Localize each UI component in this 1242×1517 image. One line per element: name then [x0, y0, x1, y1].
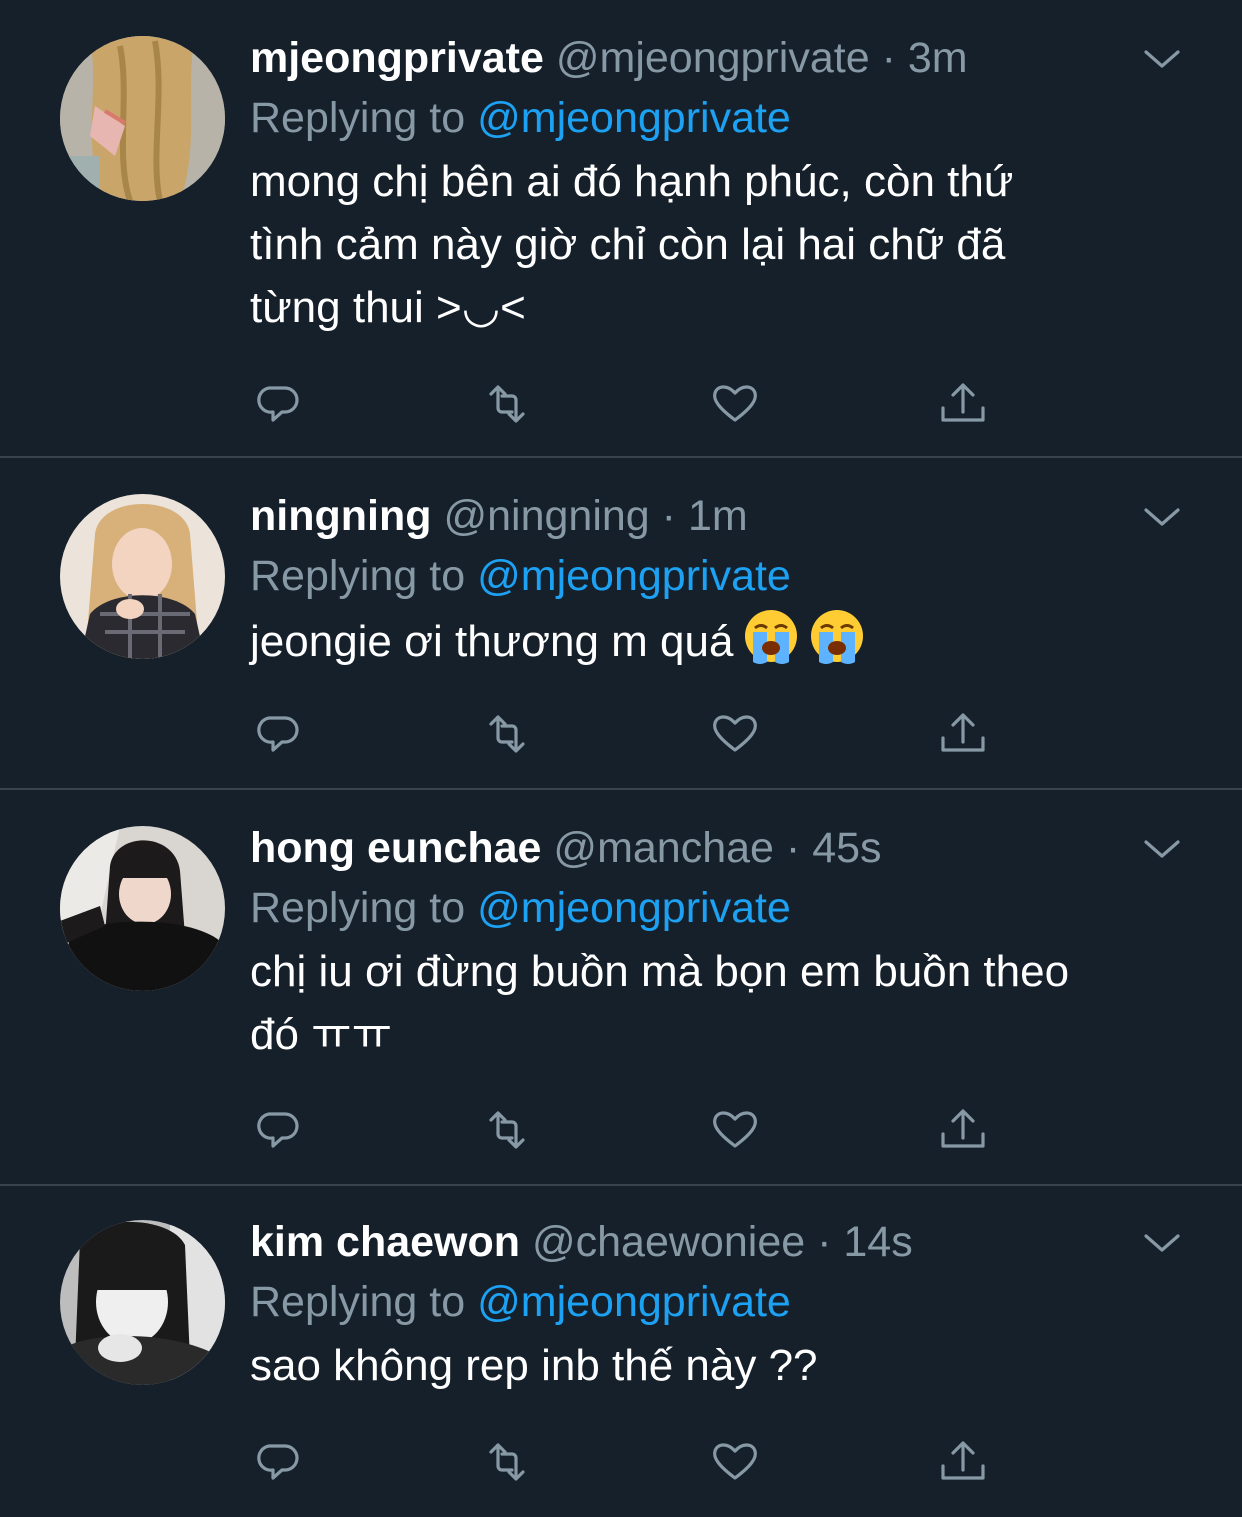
tweet-text: mong chị bên ai đó hạnh phúc, còn thứ tì… — [250, 150, 1182, 339]
avatar-image — [60, 36, 225, 201]
share-icon[interactable] — [937, 378, 989, 430]
heart-icon[interactable] — [709, 1104, 761, 1156]
separator-dot: · — [817, 1218, 832, 1266]
tweet-text: chị iu ơi đừng buồn mà bọn em buồn theo … — [250, 940, 1182, 1066]
tweet-text: sao không rep inb thế này ?? — [250, 1334, 1182, 1397]
loudly-crying-face-icon — [809, 608, 865, 664]
heart-icon[interactable] — [709, 708, 761, 760]
display-name[interactable]: ningning — [250, 492, 432, 540]
reply-context: Replying to @mjeongprivate — [250, 878, 1182, 938]
avatar-image — [60, 1220, 225, 1385]
retweet-icon[interactable] — [481, 1436, 533, 1488]
tweet[interactable]: hong eunchae @manchae · 45s Replying to … — [0, 790, 1242, 1186]
display-name[interactable]: hong eunchae — [250, 824, 541, 872]
tweet-text-line: tình cảm này giờ chỉ còn lại hai chữ đã — [250, 220, 1006, 269]
timestamp[interactable]: 3m — [908, 34, 968, 82]
tweet-text-line: jeongie ơi thương m quá — [250, 617, 734, 666]
avatar-image — [60, 494, 225, 659]
timestamp[interactable]: 14s — [843, 1218, 912, 1266]
chevron-down-icon[interactable] — [1142, 834, 1182, 864]
tweet-actions — [255, 1104, 995, 1156]
tweet-actions — [255, 1436, 995, 1488]
loudly-crying-face-icon — [743, 608, 799, 664]
heart-icon[interactable] — [709, 1436, 761, 1488]
retweet-icon[interactable] — [481, 708, 533, 760]
separator-dot: · — [881, 34, 896, 82]
display-name[interactable]: mjeongprivate — [250, 34, 544, 82]
tweet-header: ningning @ningning · 1m — [250, 486, 1182, 546]
avatar[interactable] — [60, 494, 225, 659]
avatar[interactable] — [60, 826, 225, 991]
reply-context: Replying to @mjeongprivate — [250, 88, 1182, 148]
reply-icon[interactable] — [255, 1104, 307, 1156]
avatar[interactable] — [60, 1220, 225, 1385]
tweet-text-line: sao không rep inb thế này ?? — [250, 1341, 818, 1390]
display-name[interactable]: kim chaewon — [250, 1218, 520, 1266]
replying-label: Replying to — [250, 552, 466, 600]
avatar[interactable] — [60, 36, 225, 201]
retweet-icon[interactable] — [481, 378, 533, 430]
mention-link[interactable]: @mjeongprivate — [477, 552, 791, 600]
tweet-text-line: đó ㅠㅠ — [250, 1010, 393, 1059]
tweet-text-line: chị iu ơi đừng buồn mà bọn em buồn theo — [250, 947, 1070, 996]
tweet-header: hong eunchae @manchae · 45s — [250, 818, 1182, 878]
tweet[interactable]: kim chaewon @chaewoniee · 14s Replying t… — [0, 1186, 1242, 1517]
reply-icon[interactable] — [255, 378, 307, 430]
separator-dot: · — [785, 824, 801, 872]
tweet-text-line: mong chị bên ai đó hạnh phúc, còn thứ — [250, 157, 1014, 206]
mention-link[interactable]: @mjeongprivate — [477, 1278, 791, 1326]
replying-label: Replying to — [250, 884, 466, 932]
timestamp[interactable]: 1m — [688, 492, 748, 540]
chevron-down-icon[interactable] — [1142, 1228, 1182, 1258]
user-handle[interactable]: @manchae — [553, 824, 774, 872]
user-handle[interactable]: @mjeongprivate — [556, 34, 870, 82]
tweet-header: mjeongprivate @mjeongprivate · 3m — [250, 28, 1182, 88]
tweet-text-line: từng thui >◡< — [250, 283, 526, 332]
user-handle[interactable]: @ningning — [443, 492, 649, 540]
replying-label: Replying to — [250, 94, 466, 142]
share-icon[interactable] — [937, 708, 989, 760]
reply-context: Replying to @mjeongprivate — [250, 1272, 1182, 1332]
tweet[interactable]: ningning @ningning · 1m Replying to @mje… — [0, 458, 1242, 790]
heart-icon[interactable] — [709, 378, 761, 430]
tweet[interactable]: mjeongprivate @mjeongprivate · 3m Replyi… — [0, 0, 1242, 458]
separator-dot: · — [661, 492, 676, 540]
tweet-header: kim chaewon @chaewoniee · 14s — [250, 1212, 1182, 1272]
share-icon[interactable] — [937, 1104, 989, 1156]
timestamp[interactable]: 45s — [812, 824, 881, 872]
reply-icon[interactable] — [255, 1436, 307, 1488]
chevron-down-icon[interactable] — [1142, 502, 1182, 532]
user-handle[interactable]: @chaewoniee — [532, 1218, 805, 1266]
tweet-text: jeongie ơi thương m quá — [250, 608, 1182, 673]
retweet-icon[interactable] — [481, 1104, 533, 1156]
chevron-down-icon[interactable] — [1142, 44, 1182, 74]
mention-link[interactable]: @mjeongprivate — [477, 94, 791, 142]
mention-link[interactable]: @mjeongprivate — [477, 884, 791, 932]
share-icon[interactable] — [937, 1436, 989, 1488]
tweet-actions — [255, 708, 995, 760]
reply-context: Replying to @mjeongprivate — [250, 546, 1182, 606]
avatar-image — [60, 826, 225, 991]
replying-label: Replying to — [250, 1278, 466, 1326]
reply-icon[interactable] — [255, 708, 307, 760]
tweet-actions — [255, 378, 995, 430]
